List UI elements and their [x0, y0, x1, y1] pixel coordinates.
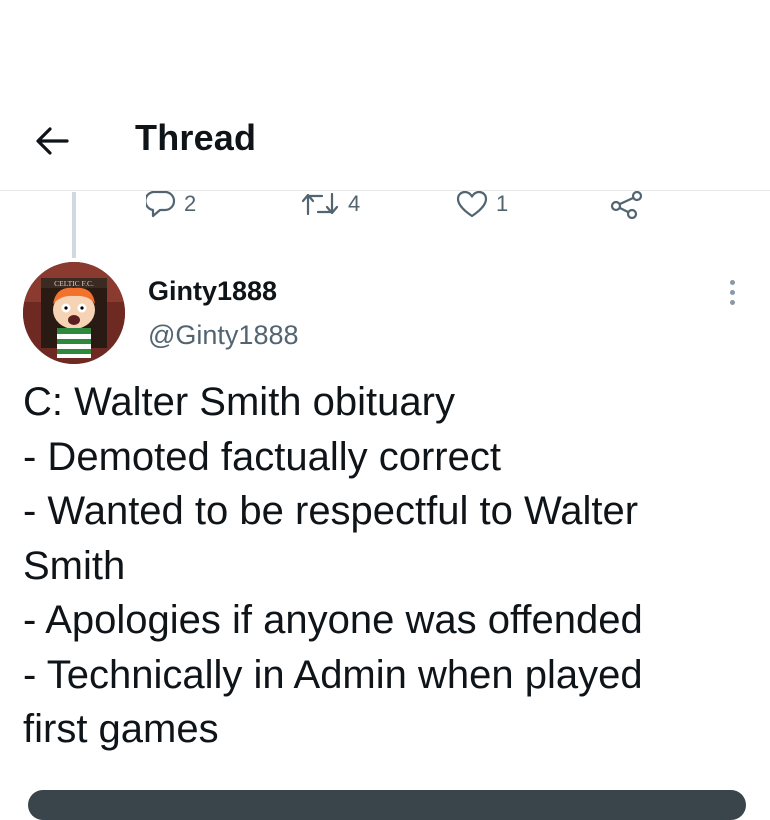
back-button[interactable] [30, 119, 74, 163]
more-options-button[interactable] [718, 276, 746, 308]
page-title: Thread [135, 117, 257, 158]
tweet-line: - Demoted factually correct [23, 434, 501, 479]
more-dot-icon [729, 279, 735, 285]
tweet-line: - Apologies if anyone was offended [23, 598, 643, 642]
retweet-icon [301, 192, 339, 216]
tweet-line: - Wanted to be respectful to Walter [23, 489, 639, 533]
avatar-cartoon-image: CELTIC F.C. [23, 262, 125, 364]
like-icon [456, 190, 488, 218]
thread-header: Thread [0, 95, 770, 191]
display-name[interactable]: Ginty1888 [148, 276, 277, 307]
tweet-line: Smith [23, 543, 126, 588]
reply-icon [146, 190, 176, 218]
like-button[interactable]: 1 [456, 188, 508, 220]
reply-button[interactable]: 2 [146, 188, 196, 220]
like-count: 1 [496, 191, 509, 216]
share-button[interactable] [610, 188, 644, 220]
previous-tweet-actions: 2 4 1 [0, 188, 770, 222]
more-dot-icon [729, 299, 735, 305]
tweet-line: - Technically in Admin when played [23, 652, 643, 697]
user-handle[interactable]: @Ginty1888 [148, 320, 299, 351]
reply-count: 2 [184, 191, 197, 216]
share-icon [610, 190, 643, 219]
avatar-sign-text: CELTIC F.C. [54, 279, 94, 288]
retweet-count: 4 [348, 191, 361, 216]
more-dot-icon [729, 289, 735, 295]
tweet-line: first games [23, 707, 219, 751]
arrow-left-icon [36, 127, 69, 155]
tweet-line: C: Walter Smith obituary [23, 380, 455, 424]
retweet-button[interactable]: 4 [300, 188, 360, 220]
bottom-media-card[interactable] [28, 790, 746, 820]
avatar[interactable]: CELTIC F.C. [23, 262, 125, 364]
tweet-text: C: Walter Smith obituary - Demoted factu… [23, 375, 743, 757]
